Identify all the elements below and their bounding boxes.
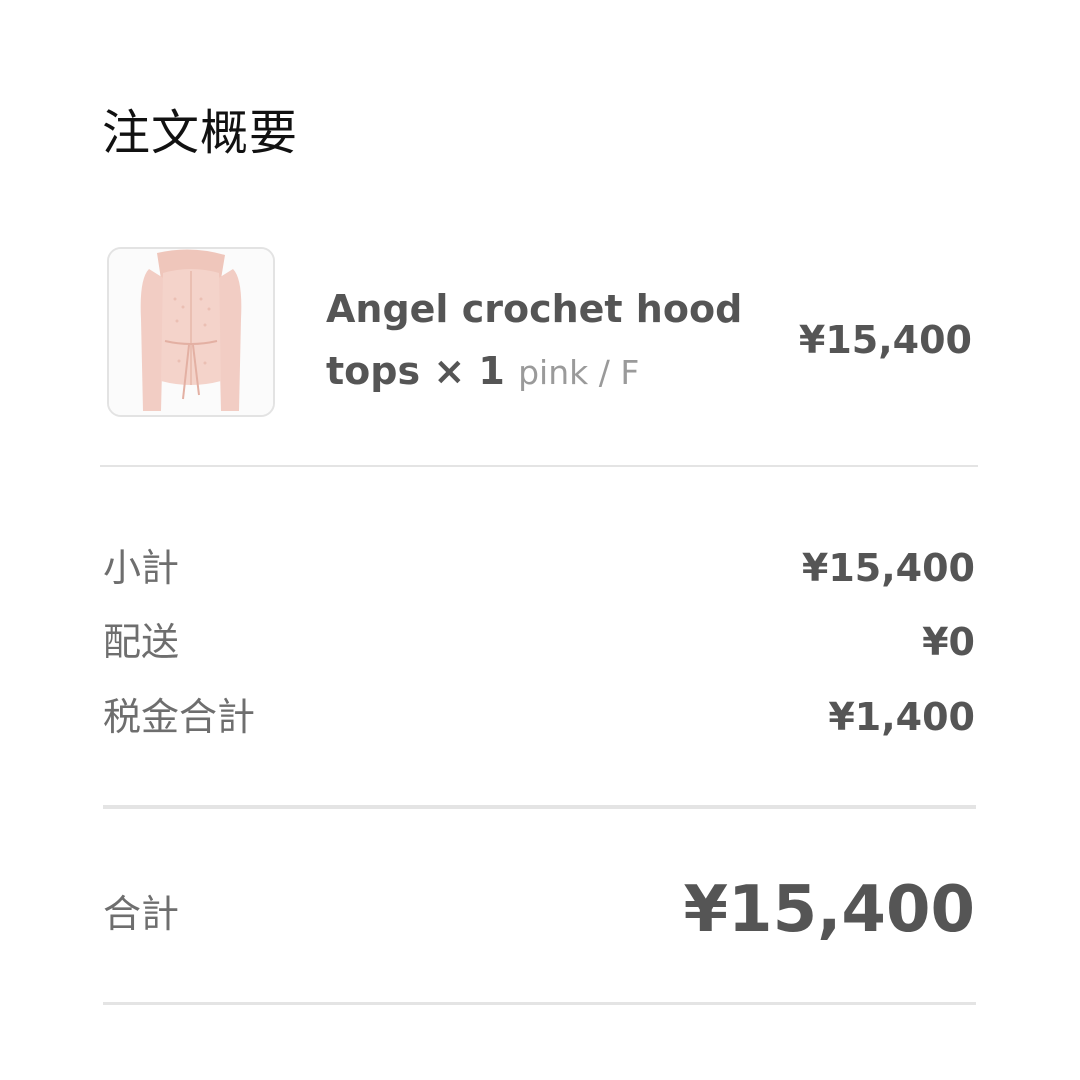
page-title: 注文概要 (102, 105, 299, 161)
product-price: ¥15,400 (798, 318, 972, 362)
subtotal-row: 小計 ¥15,400 (103, 538, 975, 598)
subtotal-value: ¥15,400 (801, 546, 975, 590)
shipping-row: 配送 ¥0 (103, 612, 975, 672)
shipping-label: 配送 (103, 620, 180, 664)
divider (103, 1002, 976, 1005)
tax-label: 税金合計 (103, 695, 256, 739)
shipping-value: ¥0 (922, 620, 975, 664)
total-label: 合計 (103, 892, 180, 936)
tax-value: ¥1,400 (828, 695, 975, 739)
product-thumbnail[interactable] (107, 247, 275, 417)
product-variant: pink / F (518, 353, 640, 392)
tax-row: 税金合計 ¥1,400 (103, 687, 975, 747)
total-row: 合計 ¥15,400 (103, 870, 975, 950)
product-name-block[interactable]: Angel crochet hood tops × 1 pink / F (326, 278, 766, 404)
divider (103, 805, 976, 809)
divider (100, 465, 978, 467)
order-summary-page: 注文概要 Angel crochet hood tops × 1 pink / … (0, 0, 1080, 1080)
subtotal-label: 小計 (103, 546, 180, 590)
total-value: ¥15,400 (683, 873, 976, 947)
product-image-icon (109, 249, 273, 415)
